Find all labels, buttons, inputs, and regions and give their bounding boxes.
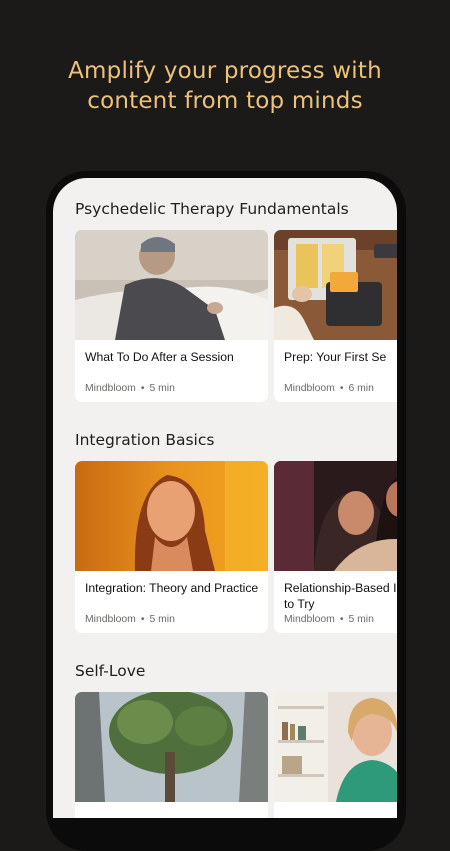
card-title: What To Do After a Session <box>85 350 234 364</box>
meta-separator: • <box>339 614 344 625</box>
content-card-relationship-based[interactable]: Relationship-Based I 6 Exercises to Try … <box>274 461 397 633</box>
section-title-psychedelic-therapy-fundamentals: Psychedelic Therapy Fundamentals <box>75 200 349 218</box>
meta-separator: • <box>339 383 344 394</box>
card-title: Relationship-Based I 6 Exercises to Try <box>284 581 397 611</box>
card-source: Mindbloom <box>85 614 136 625</box>
card-meta: Mindbloom • 5 min <box>85 614 175 625</box>
meta-separator: • <box>140 383 145 394</box>
content-card-after-session[interactable]: What To Do After a Session Mindbloom • 5 m… <box>75 230 268 402</box>
meta-separator: • <box>140 614 145 625</box>
card-source: Mindbloom <box>284 383 335 394</box>
headline-line-1: Amplify your progress with <box>68 58 382 84</box>
card-duration: 5 min <box>149 383 175 394</box>
headline: Amplify your progress with content from … <box>0 56 450 116</box>
card-thumbnail-woman-bookshelf <box>274 692 397 802</box>
card-duration: 5 min <box>348 614 374 625</box>
headline-line-2: content from top minds <box>87 88 363 114</box>
card-source: Mindbloom <box>284 614 335 625</box>
content-card-self-love-2[interactable] <box>274 692 397 818</box>
card-duration: 5 min <box>149 614 175 625</box>
content-card-self-love-1[interactable] <box>75 692 268 818</box>
content-card-integration-theory[interactable]: Integration: Theory and Practice Mindblo… <box>75 461 268 633</box>
card-title: Integration: Theory and Practice <box>85 581 259 595</box>
card-meta: Mindbloom • 5 min <box>284 614 374 625</box>
card-thumbnail-woman-golden-light <box>75 461 268 571</box>
card-duration: 6 min <box>348 383 374 394</box>
section-title-integration-basics: Integration Basics <box>75 431 215 449</box>
card-thumbnail-woman-resting <box>75 230 268 340</box>
card-thumbnail-prep-kit <box>274 230 397 340</box>
card-meta: Mindbloom • 6 min <box>284 383 374 394</box>
card-meta: Mindbloom • 5 min <box>85 383 175 394</box>
section-title-self-love: Self-Love <box>75 662 146 680</box>
card-source: Mindbloom <box>85 383 136 394</box>
phone-screen: Psychedelic Therapy Fundamentals What To… <box>53 178 397 818</box>
card-thumbnail-couple-embrace <box>274 461 397 571</box>
card-thumbnail-tree-in-courtyard <box>75 692 268 802</box>
content-card-prep-first-session[interactable]: Prep: Your First Se Mindbloom • 6 min <box>274 230 397 402</box>
card-title: Prep: Your First Se <box>284 350 387 364</box>
